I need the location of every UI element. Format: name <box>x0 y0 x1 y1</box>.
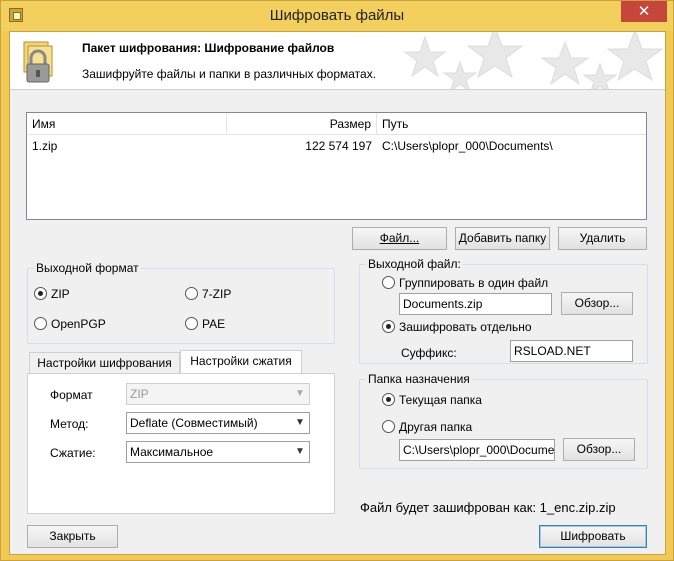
compression-settings-panel: Формат ZIP ▼ Метод: Deflate (Совместимый)… <box>27 373 335 514</box>
browse-destination-button[interactable]: Обзор... <box>563 438 635 461</box>
compression-level-select[interactable]: Максимальное ▼ <box>126 441 310 463</box>
suffix-label: Суффикс: <box>401 346 457 360</box>
group-single-file-radio[interactable]: Группировать в один файл <box>382 276 548 292</box>
encrypt-separately-radio[interactable]: Зашифровать отдельно <box>382 320 532 336</box>
format-select-value: ZIP <box>130 387 149 401</box>
row-name: 1.zip <box>32 139 58 153</box>
other-folder-path-input[interactable]: C:\Users\plopr_000\Documer <box>399 439 555 461</box>
compression-level-value: Максимальное <box>130 445 214 459</box>
close-button[interactable]: Закрыть <box>27 525 118 548</box>
destination-folder-group: Папка назначения Текущая папка Другая па… <box>359 372 648 469</box>
current-folder-radio[interactable]: Текущая папка <box>382 393 482 409</box>
format-select: ZIP ▼ <box>126 383 310 405</box>
result-filename-text: Файл будет зашифрован как: 1_enc.zip.zip <box>360 500 616 515</box>
row-size: 122 574 197 <box>305 139 372 153</box>
window-title: Шифровать файлы <box>269 7 405 24</box>
radio-dot <box>382 420 395 433</box>
tab-compression-settings[interactable]: Настройки сжатия <box>180 350 302 374</box>
radio-dot <box>34 317 47 330</box>
add-file-button[interactable]: Файл... <box>352 227 447 250</box>
radio-dot <box>34 287 47 300</box>
compression-level-label: Сжатие: <box>50 446 96 460</box>
format-openpgp-label: OpenPGP <box>51 317 106 331</box>
single-file-name-input[interactable]: Documents.zip <box>399 293 552 315</box>
format-7zip-radio[interactable]: 7-ZIP <box>185 287 231 303</box>
format-pae-radio[interactable]: PAE <box>185 317 225 333</box>
file-list[interactable]: Имя Размер Путь 1.zip 122 574 197 C:\Use… <box>26 112 647 220</box>
suffix-input[interactable]: RSLOAD.NET <box>510 340 633 362</box>
browse-output-button[interactable]: Обзор... <box>561 292 633 315</box>
other-folder-label: Другая папка <box>399 420 473 434</box>
radio-dot <box>185 317 198 330</box>
chevron-down-icon: ▼ <box>295 388 305 399</box>
dialog-client-area: Пакет шифрования: Шифрование файлов Заши… <box>9 31 666 555</box>
encrypt-separately-label: Зашифровать отдельно <box>399 320 532 334</box>
output-file-title: Выходной файл: <box>366 257 463 271</box>
group-single-file-label: Группировать в один файл <box>399 276 549 290</box>
delete-button[interactable]: Удалить <box>558 227 647 250</box>
row-path: C:\Users\plopr_000\Documents\ <box>382 139 553 153</box>
title-bar: Шифровать файлы ✕ <box>1 1 673 31</box>
column-name[interactable]: Имя <box>27 113 227 135</box>
format-label: Формат <box>50 388 93 402</box>
method-label: Метод: <box>50 417 89 431</box>
file-list-header: Имя Размер Путь <box>27 113 646 135</box>
tab-encryption-settings[interactable]: Настройки шифрования <box>29 352 180 374</box>
column-path[interactable]: Путь <box>377 113 645 135</box>
table-row[interactable]: 1.zip 122 574 197 C:\Users\plopr_000\Doc… <box>27 137 646 155</box>
format-7zip-label: 7-ZIP <box>202 287 232 301</box>
format-zip-label: ZIP <box>51 287 70 301</box>
dialog-window: Шифровать файлы ✕ Пакет шифрования: Шифр… <box>0 0 674 561</box>
chevron-down-icon: ▼ <box>295 417 305 428</box>
radio-dot <box>382 320 395 333</box>
radio-dot <box>382 276 395 289</box>
output-format-group: Выходной формат ZIP 7-ZIP OpenPGP PAE <box>27 261 335 344</box>
chevron-down-icon: ▼ <box>295 446 305 457</box>
format-zip-radio[interactable]: ZIP <box>34 287 70 303</box>
current-folder-label: Текущая папка <box>399 393 482 407</box>
close-window-button[interactable]: ✕ <box>621 1 667 22</box>
add-folder-button[interactable]: Добавить папку <box>455 227 550 250</box>
method-select[interactable]: Deflate (Совместимый) ▼ <box>126 412 310 434</box>
format-pae-label: PAE <box>202 317 226 331</box>
output-format-title: Выходной формат <box>34 261 141 275</box>
add-file-button-label: Файл... <box>379 231 420 245</box>
header-title: Пакет шифрования: Шифрование файлов <box>82 41 335 55</box>
destination-folder-title: Папка назначения <box>366 372 472 386</box>
format-openpgp-radio[interactable]: OpenPGP <box>34 317 106 333</box>
output-file-group: Выходной файл: Группировать в один файл … <box>359 257 648 364</box>
column-size[interactable]: Размер <box>227 113 377 135</box>
radio-dot <box>185 287 198 300</box>
stars-decoration-icon <box>403 32 664 89</box>
encrypt-button[interactable]: Шифровать <box>539 525 647 548</box>
method-select-value: Deflate (Совместимый) <box>130 416 258 430</box>
wizard-header: Пакет шифрования: Шифрование файлов Заши… <box>10 32 665 90</box>
radio-dot <box>382 393 395 406</box>
folder-lock-icon <box>23 41 53 83</box>
header-subtitle: Зашифруйте файлы и папки в различных фор… <box>82 67 377 81</box>
other-folder-radio[interactable]: Другая папка <box>382 420 472 436</box>
